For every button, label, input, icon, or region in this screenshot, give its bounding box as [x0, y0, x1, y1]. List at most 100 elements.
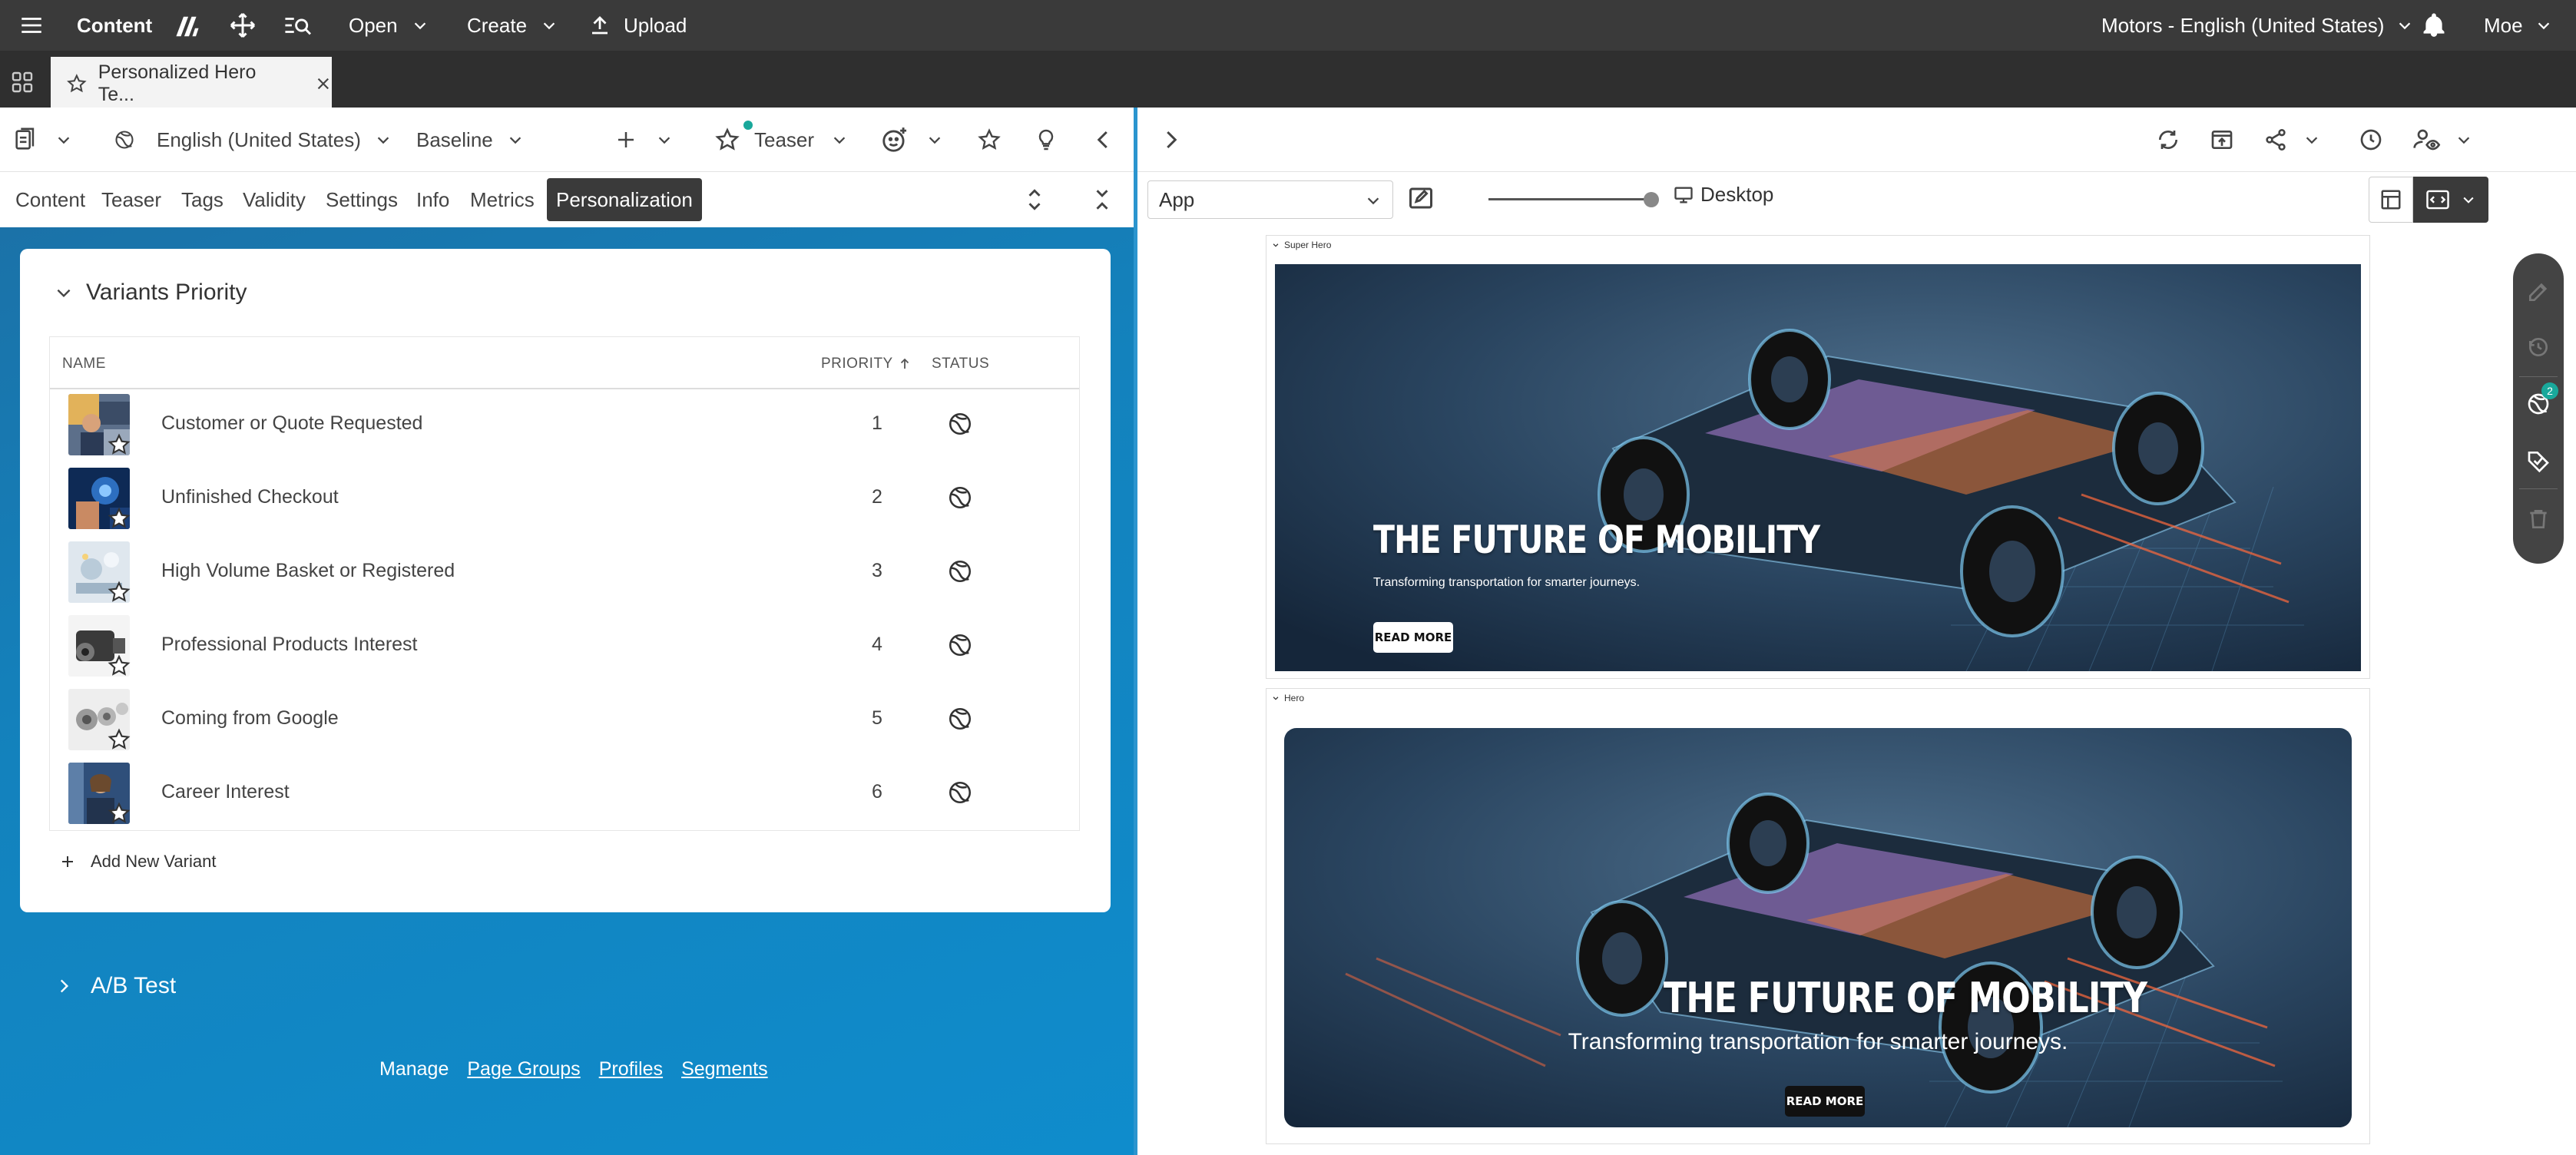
user-menu[interactable]: Moe: [2484, 0, 2552, 51]
hero-label: Hero: [1284, 693, 1305, 703]
personalization-globe-button[interactable]: 2: [2526, 382, 2558, 416]
edit-frame-icon[interactable]: [1407, 184, 1435, 212]
share-icon: [2266, 129, 2286, 151]
viewport-slider-handle[interactable]: [1644, 192, 1659, 207]
version-label: Baseline: [416, 127, 493, 151]
history-icon[interactable]: [2359, 108, 2383, 172]
trash-icon[interactable]: [2526, 507, 2551, 531]
variant-priority: 3: [872, 560, 882, 581]
grid-icon[interactable]: [0, 57, 45, 108]
variant-name: High Volume Basket or Registered: [161, 560, 455, 581]
table-row[interactable]: Unfinished Checkout 2: [50, 462, 1079, 535]
history-icon[interactable]: [2526, 335, 2551, 359]
chevron-down-icon: [509, 137, 521, 144]
menu-icon[interactable]: [18, 0, 45, 51]
table-row[interactable]: High Volume Basket or Registered 3: [50, 535, 1079, 609]
variant-priority: 6: [872, 781, 882, 803]
super-hero-label: Super Hero: [1284, 240, 1332, 250]
upload-button[interactable]: Upload: [588, 0, 687, 51]
site-selector[interactable]: Motors - English (United States): [2101, 0, 2413, 51]
tab-validity[interactable]: Validity: [243, 172, 306, 227]
move-icon[interactable]: [229, 0, 257, 51]
column-status[interactable]: STATUS: [932, 356, 989, 372]
read-more-button[interactable]: READ MORE: [1785, 1086, 1865, 1117]
globe-status-icon: [949, 707, 972, 730]
preview-view-button[interactable]: [2413, 177, 2488, 223]
open-external-icon[interactable]: [2210, 108, 2234, 172]
chevron-down-icon: [1273, 243, 1279, 247]
preview-side-rail: 2: [2513, 253, 2564, 564]
column-name[interactable]: NAME: [62, 356, 106, 372]
collapse-all-icon[interactable]: [1092, 172, 1112, 227]
create-menu[interactable]: Create: [467, 0, 558, 51]
chevron-down-icon: [414, 22, 425, 30]
star-icon[interactable]: [977, 108, 1002, 172]
tab-tags[interactable]: Tags: [181, 172, 223, 227]
car-chassis-image: [1275, 264, 2361, 671]
tab-personalization[interactable]: Personalization: [547, 178, 702, 221]
upload-icon: [592, 16, 608, 35]
column-priority[interactable]: PRIORITY: [821, 356, 912, 372]
table-row[interactable]: Professional Products Interest 4: [50, 609, 1079, 683]
chevron-down-icon[interactable]: [54, 283, 74, 303]
locale-selector[interactable]: English (United States): [114, 108, 392, 172]
share-menu[interactable]: [2263, 108, 2320, 172]
variant-priority: 5: [872, 707, 882, 729]
star-icon: [108, 507, 131, 528]
document-tabbar: Personalized Hero Te...: [0, 57, 2576, 108]
tab-teaser[interactable]: Teaser: [101, 172, 161, 227]
layout-view-button[interactable]: [2369, 177, 2413, 223]
tab-settings[interactable]: Settings: [326, 172, 398, 227]
chevron-down-icon: [2458, 137, 2470, 144]
close-icon[interactable]: [315, 75, 332, 92]
star-icon: [67, 73, 87, 92]
search-list-icon[interactable]: [283, 0, 312, 51]
table-row[interactable]: Customer or Quote Requested 1: [50, 388, 1079, 462]
variant-name: Professional Products Interest: [161, 634, 418, 655]
hero-headline: THE FUTURE OF MOBILITY: [1373, 518, 1820, 562]
document-icon[interactable]: [12, 108, 38, 172]
add-button[interactable]: [614, 108, 673, 172]
add-variant-button[interactable]: Add New Variant: [58, 848, 216, 875]
smart-content-button[interactable]: [880, 108, 943, 172]
viewport-slider-track[interactable]: [1488, 198, 1653, 200]
read-more-button[interactable]: READ MORE: [1373, 622, 1453, 653]
app-title[interactable]: Content: [77, 0, 152, 51]
doctype-selector[interactable]: Teaser: [714, 108, 848, 172]
tab-info[interactable]: Info: [416, 172, 449, 227]
tabbar-spacer: [0, 51, 2576, 57]
super-hero-banner[interactable]: THE FUTURE OF MOBILITY Transforming tran…: [1275, 264, 2361, 671]
logo-icon[interactable]: [174, 0, 201, 51]
page-groups-link[interactable]: Page Groups: [467, 1058, 580, 1081]
star-icon: [108, 728, 131, 750]
chevron-down-icon: [1367, 197, 1379, 205]
variant-name: Coming from Google: [161, 707, 339, 729]
refresh-icon[interactable]: [2156, 108, 2180, 172]
expand-collapse-icon[interactable]: [1025, 172, 1045, 227]
tab-content[interactable]: Content: [15, 172, 85, 227]
hero-banner[interactable]: THE FUTURE OF MOBILITY Transforming tran…: [1284, 728, 2352, 1127]
lightbulb-icon[interactable]: [1034, 108, 1058, 172]
upload-label: Upload: [624, 13, 687, 37]
tab-metrics[interactable]: Metrics: [470, 172, 535, 227]
expand-right-icon[interactable]: [1159, 108, 1182, 172]
profiles-link[interactable]: Profiles: [599, 1058, 663, 1081]
table-row[interactable]: Career Interest 6: [50, 756, 1079, 830]
preview-persona-menu[interactable]: [2412, 108, 2472, 172]
edit-pencil-icon[interactable]: [2526, 280, 2551, 304]
bell-icon[interactable]: [2421, 0, 2447, 51]
ab-test-section[interactable]: A/B Test: [54, 971, 176, 1001]
document-tab[interactable]: Personalized Hero Te...: [51, 57, 332, 108]
version-selector[interactable]: Baseline: [416, 108, 524, 172]
preview-toolbar: [1137, 108, 2576, 172]
tab-title: Personalized Hero Te...: [98, 61, 257, 105]
segments-link[interactable]: Segments: [681, 1058, 768, 1081]
chevron-down-icon[interactable]: [55, 108, 72, 172]
open-menu[interactable]: Open: [349, 0, 429, 51]
table-row[interactable]: Coming from Google 5: [50, 683, 1079, 756]
tag-check-icon[interactable]: [2526, 448, 2551, 473]
collapse-left-icon[interactable]: [1092, 108, 1115, 172]
sort-up-icon: [900, 358, 909, 369]
plus-icon: [618, 132, 634, 147]
app-select[interactable]: App: [1147, 180, 1393, 219]
